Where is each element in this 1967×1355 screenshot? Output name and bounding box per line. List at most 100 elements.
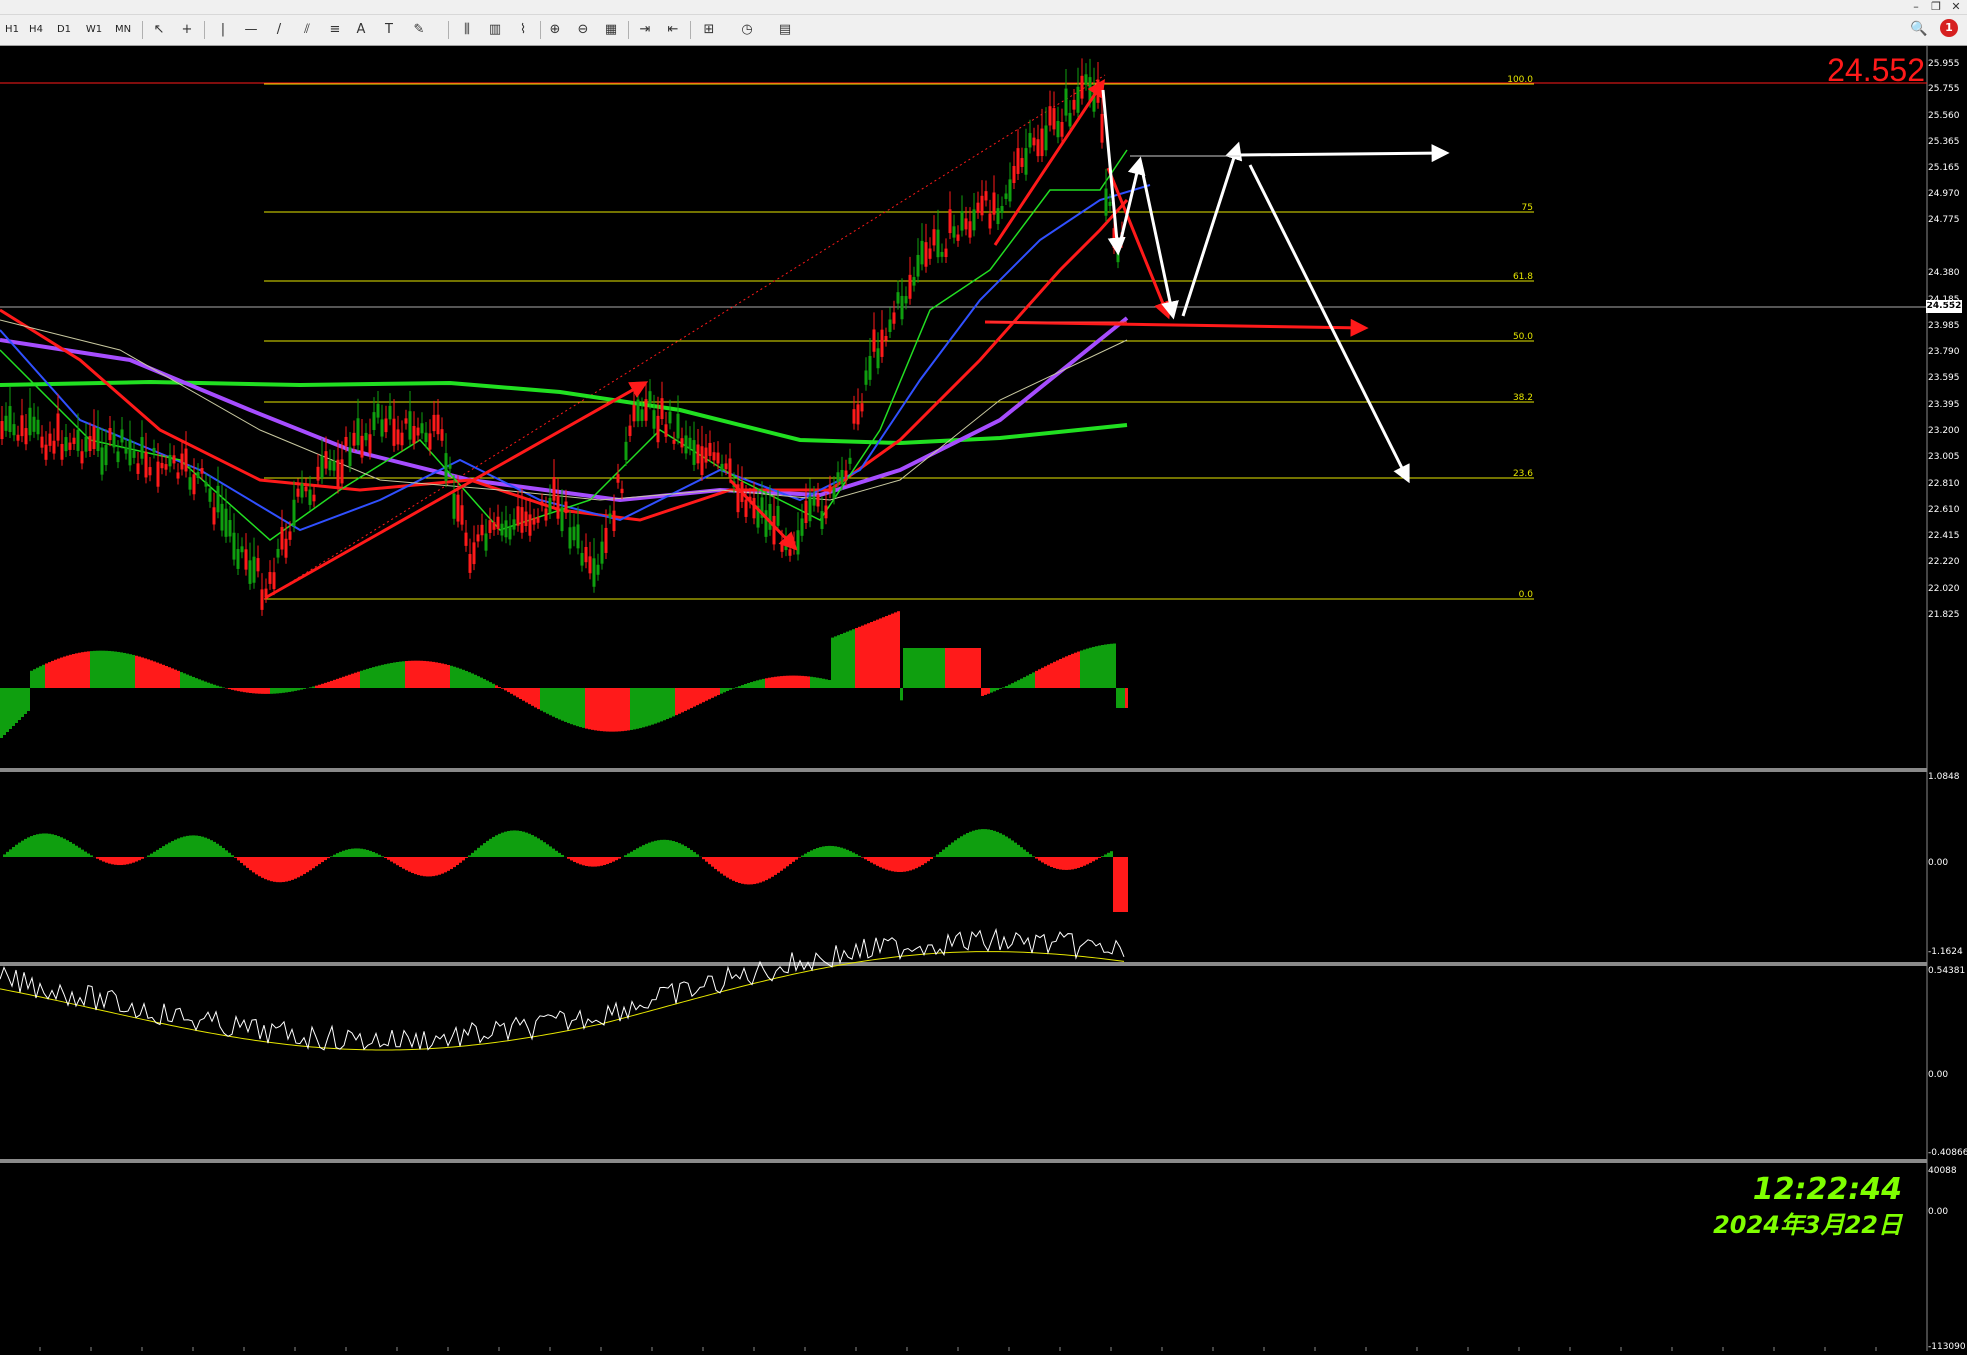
candle-body — [13, 424, 16, 435]
minimize-button[interactable]: – — [1906, 0, 1926, 14]
macd-bar — [390, 663, 393, 688]
candle-body — [165, 464, 168, 470]
macd-bar — [882, 617, 885, 688]
macd-bar — [387, 664, 390, 688]
osc-bar — [864, 857, 867, 859]
macd-bar — [150, 660, 153, 688]
autoscroll-icon[interactable]: ⇥ — [634, 20, 656, 40]
candle-body — [461, 505, 464, 524]
notification-badge[interactable]: 1 — [1940, 19, 1958, 37]
candle-body — [593, 558, 596, 586]
timeframe-d1-button[interactable]: D1 — [54, 21, 74, 39]
macd-bar — [309, 687, 312, 688]
osc-bar — [963, 835, 966, 857]
horizontal-line-icon[interactable]: — — [240, 20, 262, 40]
candle-body — [429, 433, 432, 449]
indicators-dropdown-icon[interactable]: ⊞ — [698, 20, 720, 40]
macd-bar — [384, 664, 387, 688]
osc-bar — [855, 854, 858, 857]
timeframe-h1-button[interactable]: H1 — [2, 21, 22, 39]
ma-red-line — [0, 200, 1127, 520]
text-label-icon[interactable]: T — [378, 20, 400, 40]
osc-bar — [672, 841, 675, 857]
osc-bar — [1083, 857, 1086, 866]
chart-canvas[interactable] — [0, 46, 1967, 1351]
osc-bar — [519, 831, 522, 857]
candle-body — [1017, 148, 1020, 174]
candle-body — [153, 448, 156, 453]
osc-bar — [1032, 856, 1035, 857]
vertical-line-icon[interactable]: | — [212, 20, 234, 40]
osc-bar — [681, 845, 684, 857]
macd-bar — [810, 677, 813, 688]
timeframe-w1-button[interactable]: W1 — [84, 21, 104, 39]
candle-body — [241, 546, 244, 552]
macd-bar — [1020, 679, 1023, 688]
timeframe-h4-button[interactable]: H4 — [26, 21, 46, 39]
osc-bar — [561, 855, 564, 857]
bar-chart-icon[interactable]: ⫼ — [456, 20, 478, 40]
macd-bar — [879, 618, 882, 688]
candle-body — [1101, 114, 1104, 143]
osc-bar — [690, 850, 693, 857]
shapes-dropdown-icon[interactable]: ✎ — [408, 20, 430, 40]
price-axis-label: 24.380 — [1928, 268, 1960, 278]
macd-bar — [393, 662, 396, 688]
macd-bar — [933, 648, 936, 688]
candlestick-icon[interactable]: ▥ — [484, 20, 506, 40]
restore-button[interactable]: ❐ — [1926, 0, 1946, 14]
candle-body — [37, 420, 40, 434]
chart-shift-icon[interactable]: ⇤ — [662, 20, 684, 40]
zoom-in-icon[interactable]: ⊕ — [544, 20, 566, 40]
macd-bar — [312, 687, 315, 688]
osc-bar — [399, 857, 402, 867]
osc-bar — [1089, 857, 1092, 863]
text-icon[interactable]: A — [350, 20, 372, 40]
trendline-icon[interactable]: / — [268, 20, 290, 40]
macd-bar — [840, 634, 843, 688]
osc-bar — [939, 852, 942, 857]
osc-bar — [645, 844, 648, 857]
macd-bar — [804, 676, 807, 688]
macd-bar — [81, 652, 84, 688]
osc-bar — [102, 857, 105, 862]
line-chart-icon[interactable]: ⌇ — [512, 20, 534, 40]
templates-dropdown-icon[interactable]: ▤ — [774, 20, 796, 40]
macd-bar — [174, 670, 177, 688]
candle-body — [205, 482, 208, 487]
osc-bar — [720, 857, 723, 874]
macd-bar — [291, 688, 294, 691]
tile-windows-icon[interactable]: ▦ — [600, 20, 622, 40]
osc-bar — [135, 857, 138, 862]
macd-bar — [720, 688, 723, 694]
search-icon[interactable]: 🔍 — [1910, 21, 1927, 37]
channel-icon[interactable]: ⫽ — [296, 20, 318, 40]
macd-bar — [279, 688, 282, 693]
macd-bar — [999, 688, 1002, 689]
crosshair-icon[interactable]: + — [176, 20, 198, 40]
fibonacci-icon[interactable]: ≡ — [324, 20, 346, 40]
macd-bar — [705, 688, 708, 701]
osc-bar — [813, 849, 816, 857]
osc-bar — [150, 854, 153, 857]
osc-bar — [1014, 843, 1017, 857]
macd-bar — [942, 648, 945, 688]
candle-body — [353, 433, 356, 446]
osc-bar — [1071, 857, 1074, 869]
macd-bar — [96, 651, 99, 688]
macd-bar — [12, 688, 15, 726]
cursor-icon[interactable]: ↖ — [148, 20, 170, 40]
candle-body — [845, 471, 848, 480]
macd-bar — [228, 688, 231, 689]
macd-bar — [816, 678, 819, 688]
close-button[interactable]: ✕ — [1946, 0, 1966, 14]
zoom-out-icon[interactable]: ⊖ — [572, 20, 594, 40]
periods-dropdown-icon[interactable]: ◷ — [736, 20, 758, 40]
macd-bar — [219, 687, 222, 688]
osc-bar — [768, 857, 771, 879]
osc-bar — [66, 840, 69, 857]
chart-area[interactable]: 24.552 24.552 25.95525.75525.56025.36525… — [0, 46, 1967, 1351]
macd-bar — [678, 688, 681, 714]
timeframe-mn-button[interactable]: MN — [112, 21, 134, 39]
macd-bar — [99, 651, 102, 688]
